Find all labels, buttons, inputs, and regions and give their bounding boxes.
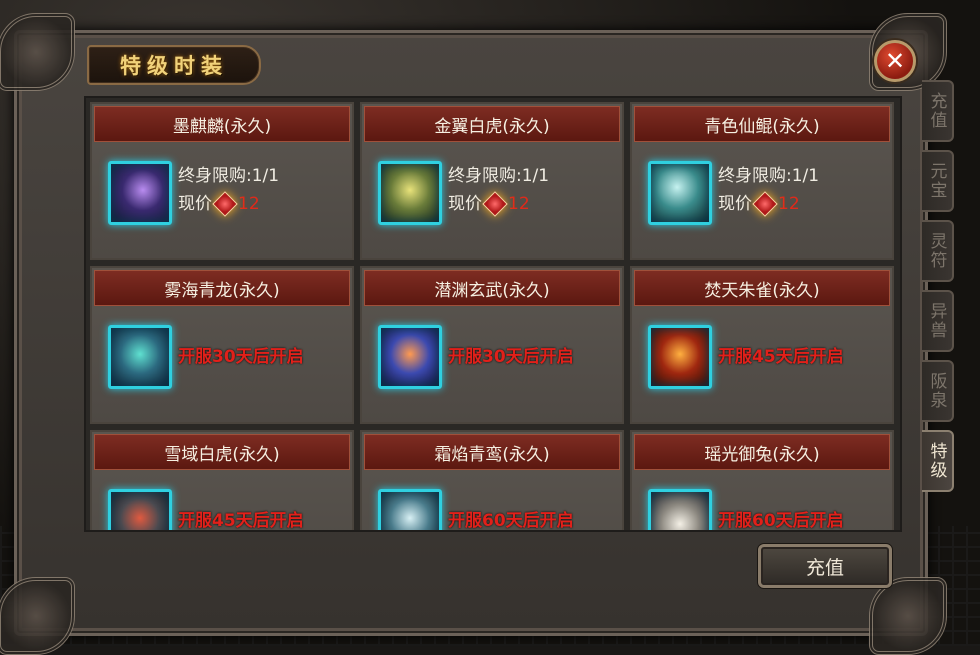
corner-ornament [869, 577, 947, 655]
item-card[interactable]: 潜渊玄武(永久) 开服30天后开启 [360, 266, 624, 424]
recharge-button[interactable]: 充值 [758, 544, 892, 588]
gem-currency-icon [752, 191, 778, 217]
item-card[interactable]: 墨麒麟(永久) 终身限购:1/1 现价 12 [90, 102, 354, 260]
tab-yishou[interactable]: 异兽 [922, 290, 954, 352]
item-card[interactable]: 雾海青龙(永久) 开服30天后开启 [90, 266, 354, 424]
item-card[interactable]: 雪域白虎(永久) 开服45天后开启 [90, 430, 354, 531]
item-name: 霜焰青鸾(永久) [364, 434, 620, 470]
item-card[interactable]: 焚天朱雀(永久) 开服45天后开启 [630, 266, 894, 424]
tab-teji[interactable]: 特级 [922, 430, 954, 492]
purchase-limit: 终身限购:1/1 [448, 166, 550, 186]
item-name: 墨麒麟(永久) [94, 106, 350, 142]
mount-icon[interactable] [378, 325, 442, 389]
price-value: 12 [778, 194, 800, 214]
unlock-condition: 开服60天后开启 [448, 511, 574, 531]
purchase-limit: 终身限购:1/1 [178, 166, 280, 186]
item-name: 金翼白虎(永久) [364, 106, 620, 142]
item-name: 雾海青龙(永久) [94, 270, 350, 306]
mount-icon[interactable] [648, 325, 712, 389]
item-card[interactable]: 金翼白虎(永久) 终身限购:1/1 现价 12 [360, 102, 624, 260]
item-card[interactable]: 青色仙鲲(永久) 终身限购:1/1 现价 12 [630, 102, 894, 260]
mount-icon[interactable] [108, 161, 172, 225]
item-info: 终身限购:1/1 现价 12 [178, 162, 279, 218]
price-value: 12 [238, 194, 260, 214]
unlock-condition: 开服45天后开启 [178, 511, 304, 531]
mount-icon[interactable] [648, 161, 712, 225]
gem-currency-icon [482, 191, 508, 217]
item-name: 焚天朱雀(永久) [634, 270, 890, 306]
price-row: 现价 12 [718, 190, 819, 218]
tab-recharge[interactable]: 充值 [922, 80, 954, 142]
item-list-panel[interactable]: 墨麒麟(永久) 终身限购:1/1 现价 12 金翼白虎(永久) 终身限购:1/1… [84, 96, 902, 532]
mount-icon[interactable] [378, 161, 442, 225]
item-info: 终身限购:1/1 现价 12 [448, 162, 549, 218]
tab-yuanbao[interactable]: 元宝 [922, 150, 954, 212]
unlock-condition: 开服60天后开启 [718, 511, 844, 531]
window-title: 特级时装 [120, 53, 228, 78]
mount-icon[interactable] [648, 489, 712, 530]
gem-currency-icon [212, 191, 238, 217]
tab-banquan[interactable]: 阪泉 [922, 360, 954, 422]
unlock-condition: 开服30天后开启 [178, 347, 304, 367]
mount-icon[interactable] [378, 489, 442, 530]
close-icon: ✕ [884, 47, 906, 75]
item-name: 青色仙鲲(永久) [634, 106, 890, 142]
mount-icon[interactable] [108, 325, 172, 389]
title-plate: 特级时装 [87, 45, 261, 85]
price-row: 现价 12 [178, 190, 279, 218]
price-label: 现价 [178, 194, 212, 214]
item-card[interactable]: 霜焰青鸾(永久) 开服60天后开启 [360, 430, 624, 531]
item-name: 潜渊玄武(永久) [364, 270, 620, 306]
close-button[interactable]: ✕ [874, 40, 916, 82]
item-name: 瑶光御兔(永久) [634, 434, 890, 470]
price-label: 现价 [448, 194, 482, 214]
corner-ornament [0, 577, 75, 655]
item-info: 终身限购:1/1 现价 12 [718, 162, 819, 218]
item-card[interactable]: 瑶光御兔(永久) 开服60天后开启 [630, 430, 894, 531]
tab-lingfu[interactable]: 灵符 [922, 220, 954, 282]
item-grid: 墨麒麟(永久) 终身限购:1/1 现价 12 金翼白虎(永久) 终身限购:1/1… [86, 98, 900, 531]
purchase-limit: 终身限购:1/1 [718, 166, 820, 186]
price-row: 现价 12 [448, 190, 549, 218]
side-tab-bar: 充值 元宝 灵符 异兽 阪泉 特级 [922, 80, 960, 500]
item-name: 雪域白虎(永久) [94, 434, 350, 470]
price-value: 12 [508, 194, 530, 214]
unlock-condition: 开服30天后开启 [448, 347, 574, 367]
mount-icon[interactable] [108, 489, 172, 530]
price-label: 现价 [718, 194, 752, 214]
dragon-corner-ornament [0, 13, 75, 91]
unlock-condition: 开服45天后开启 [718, 347, 844, 367]
